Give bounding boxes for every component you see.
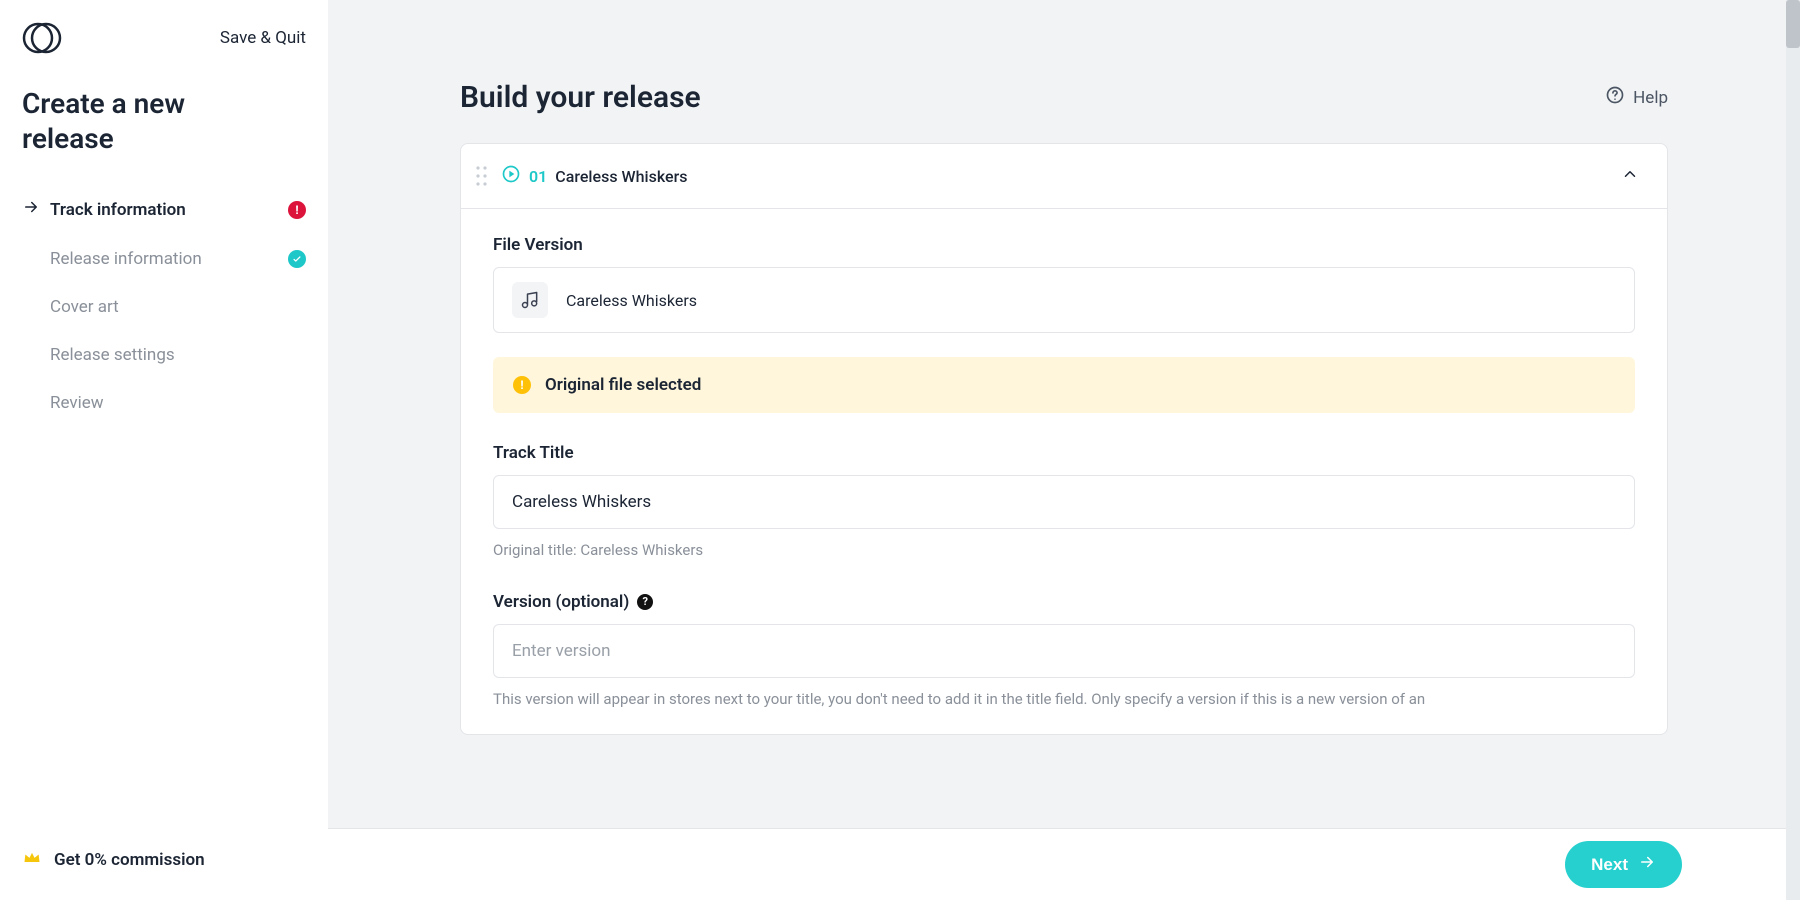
bottom-bar: Next (328, 828, 1800, 900)
track-title-label: Track Title (493, 443, 1635, 463)
sidebar-item-review[interactable]: Review (8, 379, 320, 427)
section-version: Version (optional) ? This version will a… (461, 566, 1667, 735)
sidebar-nav: Track information Release information Co… (0, 166, 328, 427)
sidebar-top: Save & Quit (0, 0, 328, 66)
file-version-label: File Version (493, 235, 1635, 255)
arrow-right-icon (22, 198, 40, 221)
drag-handle-icon[interactable] (475, 165, 489, 187)
sidebar-item-label: Release information (50, 249, 202, 269)
content-scroll[interactable]: Build your release Help (328, 0, 1800, 828)
file-alert-text: Original file selected (545, 375, 701, 395)
crown-icon (22, 847, 42, 872)
file-alert: Original file selected (493, 357, 1635, 413)
help-icon (1605, 85, 1625, 110)
sidebar: Save & Quit Create a new release Track i… (0, 0, 328, 900)
sidebar-item-release-settings[interactable]: Release settings (8, 331, 320, 379)
track-card-header[interactable]: 01 Careless Whiskers (461, 144, 1667, 209)
track-title-input[interactable] (493, 475, 1635, 529)
get-commission-button[interactable]: Get 0% commission (0, 827, 328, 900)
warning-icon (513, 376, 531, 394)
sidebar-item-label: Review (50, 393, 104, 413)
content-title: Build your release (460, 80, 701, 115)
help-button[interactable]: Help (1605, 85, 1668, 110)
main: Build your release Help (328, 0, 1800, 900)
track-card: 01 Careless Whiskers File Version Carele… (460, 143, 1668, 735)
track-title-hint: Original title: Careless Whiskers (493, 539, 1635, 562)
track-title: Careless Whiskers (555, 167, 687, 186)
arrow-right-icon (1638, 853, 1656, 876)
chevron-up-icon[interactable] (1621, 165, 1639, 187)
sidebar-item-track-information[interactable]: Track information (8, 184, 320, 235)
scrollbar-thumb[interactable] (1786, 0, 1800, 48)
help-label: Help (1633, 88, 1668, 108)
section-track-title: Track Title Original title: Careless Whi… (461, 417, 1667, 566)
version-label-text: Version (optional) (493, 592, 629, 612)
sidebar-item-label: Track information (50, 200, 186, 220)
help-tooltip-icon[interactable]: ? (637, 594, 653, 610)
save-quit-button[interactable]: Save & Quit (220, 28, 306, 48)
scrollbar-track[interactable] (1786, 0, 1800, 900)
play-icon[interactable] (501, 164, 521, 188)
page-title: Create a new release (0, 66, 260, 166)
sidebar-footer-label: Get 0% commission (54, 850, 205, 870)
logo-icon (22, 18, 62, 58)
sidebar-item-label: Release settings (50, 345, 175, 365)
next-button[interactable]: Next (1565, 841, 1682, 888)
sidebar-item-cover-art[interactable]: Cover art (8, 283, 320, 331)
version-hint: This version will appear in stores next … (493, 688, 1635, 711)
section-file-version: File Version Careless Whiskers Original … (461, 209, 1667, 417)
version-label: Version (optional) ? (493, 592, 1635, 612)
sidebar-item-release-information[interactable]: Release information (8, 235, 320, 283)
file-name: Careless Whiskers (566, 291, 697, 310)
sidebar-item-label: Cover art (50, 297, 119, 317)
music-note-icon (512, 282, 548, 318)
next-button-label: Next (1591, 855, 1628, 875)
content-header: Build your release Help (328, 0, 1800, 143)
status-ok-icon (288, 250, 306, 268)
track-number: 01 (529, 167, 547, 186)
file-version-box[interactable]: Careless Whiskers (493, 267, 1635, 333)
status-error-icon (288, 201, 306, 219)
version-input[interactable] (493, 624, 1635, 678)
